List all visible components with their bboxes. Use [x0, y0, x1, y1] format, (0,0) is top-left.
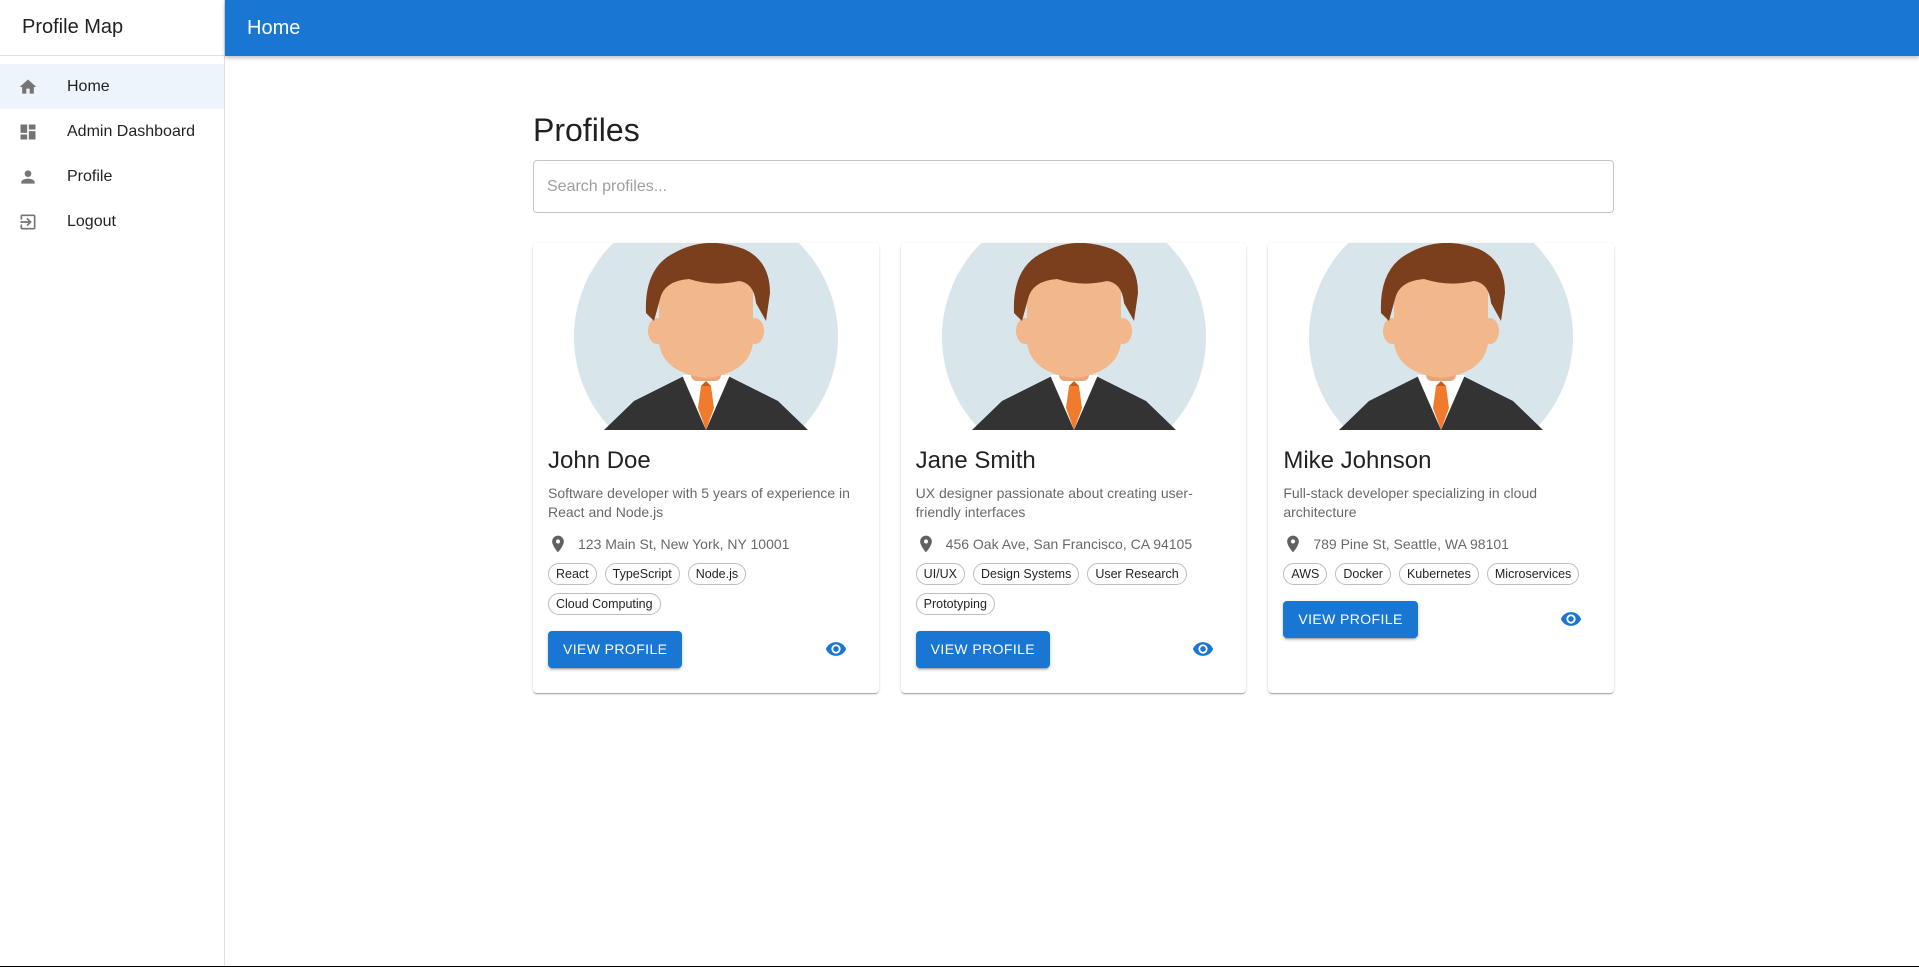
- skill-chip: React: [548, 563, 597, 585]
- sidebar-item-label: Admin Dashboard: [67, 122, 196, 140]
- profile-description: UX designer passionate about creating us…: [915, 485, 1193, 520]
- sidebar-item-admin-dashboard[interactable]: Admin Dashboard: [0, 109, 224, 154]
- profile-card-actions: VIEW PROFILE: [1283, 599, 1599, 639]
- avatar-illustration: [573, 243, 838, 430]
- avatar-illustration: [941, 243, 1206, 430]
- profile-location: 789 Pine St, Seattle, WA 98101: [1283, 534, 1599, 554]
- profile-card-content: Mike Johnson Full-stack developer specia…: [1268, 430, 1614, 639]
- view-profile-button[interactable]: VIEW PROFILE: [915, 630, 1051, 668]
- search-field[interactable]: [533, 160, 1614, 213]
- avatar-illustration: [1309, 243, 1574, 430]
- logout-icon: [16, 210, 40, 234]
- profile-card: Mike Johnson Full-stack developer specia…: [1268, 243, 1615, 693]
- skill-chip: Design Systems: [973, 563, 1080, 585]
- profile-avatar-image: [533, 243, 879, 430]
- sidebar-nav: Home Admin Dashboard Profile Logout: [0, 64, 224, 244]
- skill-chip: Microservices: [1486, 563, 1580, 585]
- profile-location-text: 123 Main St, New York, NY 10001: [578, 536, 790, 552]
- profile-card-content: Jane Smith UX designer passionate about …: [901, 430, 1247, 669]
- profile-name: John Doe: [548, 447, 651, 474]
- skill-tags: AWS Docker Kubernetes Microservices: [1283, 563, 1599, 585]
- search-input[interactable]: [547, 177, 1600, 196]
- page-title: Profiles: [533, 112, 640, 148]
- skill-chip: Node.js: [687, 563, 747, 585]
- skill-chip: UI/UX: [915, 563, 966, 585]
- profile-card-content: John Doe Software developer with 5 years…: [533, 430, 879, 669]
- profile-avatar-image: [1268, 243, 1614, 430]
- main-content: Profiles Search profiles... John Doe Sof…: [533, 110, 1615, 693]
- skill-chip: Prototyping: [915, 593, 995, 615]
- skill-chip: User Research: [1087, 563, 1187, 585]
- app-root: Profile Map Home Admin Dashboard Profile: [0, 0, 1919, 967]
- profile-description: Full-stack developer specializing in clo…: [1283, 485, 1538, 520]
- sidebar-item-home[interactable]: Home: [0, 64, 224, 109]
- skill-chip: Cloud Computing: [548, 593, 661, 615]
- sidebar-item-label: Profile: [67, 167, 113, 185]
- profile-location-text: 789 Pine St, Seattle, WA 98101: [1313, 536, 1509, 552]
- view-profile-button[interactable]: VIEW PROFILE: [548, 630, 683, 668]
- profile-name: Mike Johnson: [1283, 447, 1432, 474]
- profile-card-actions: VIEW PROFILE: [915, 629, 1232, 669]
- top-app-bar: Home: [225, 0, 1919, 56]
- app-title: Profile Map: [0, 0, 224, 56]
- profile-name: Jane Smith: [915, 447, 1036, 474]
- skill-chip: Docker: [1335, 563, 1391, 585]
- location-pin-icon: [548, 534, 568, 554]
- profile-location: 456 Oak Ave, San Francisco, CA 94105: [916, 534, 1232, 554]
- eye-icon[interactable]: [1183, 629, 1223, 669]
- skill-tags: UI/UX Design Systems User Research Proto…: [915, 563, 1232, 615]
- skill-tags: React TypeScript Node.js Cloud Computing: [548, 563, 864, 615]
- eye-icon[interactable]: [816, 629, 856, 669]
- sidebar-item-label: Logout: [67, 212, 116, 230]
- profile-card-actions: VIEW PROFILE: [548, 629, 864, 669]
- eye-icon[interactable]: [1551, 599, 1591, 639]
- person-icon: [16, 165, 40, 189]
- profile-location-text: 456 Oak Ave, San Francisco, CA 94105: [945, 536, 1193, 552]
- skill-chip: TypeScript: [604, 563, 680, 585]
- profile-description: Software developer with 5 years of exper…: [548, 485, 850, 520]
- skill-chip: AWS: [1283, 563, 1328, 585]
- profile-avatar-image: [901, 243, 1247, 430]
- location-pin-icon: [916, 534, 936, 554]
- skill-chip: Kubernetes: [1398, 563, 1479, 585]
- page-header-title: Home: [247, 16, 301, 39]
- profile-card: Jane Smith UX designer passionate about …: [900, 243, 1247, 693]
- home-icon: [16, 75, 40, 99]
- profile-card-grid: John Doe Software developer with 5 years…: [533, 243, 1615, 693]
- sidebar-item-label: Home: [67, 77, 110, 95]
- view-profile-button[interactable]: VIEW PROFILE: [1283, 600, 1418, 638]
- profile-location: 123 Main St, New York, NY 10001: [548, 534, 864, 554]
- sidebar: Profile Map Home Admin Dashboard Profile: [0, 0, 225, 967]
- sidebar-item-profile[interactable]: Profile: [0, 154, 224, 199]
- profile-card: John Doe Software developer with 5 years…: [533, 243, 879, 693]
- sidebar-item-logout[interactable]: Logout: [0, 199, 224, 244]
- dashboard-icon: [16, 120, 40, 144]
- location-pin-icon: [1283, 534, 1303, 554]
